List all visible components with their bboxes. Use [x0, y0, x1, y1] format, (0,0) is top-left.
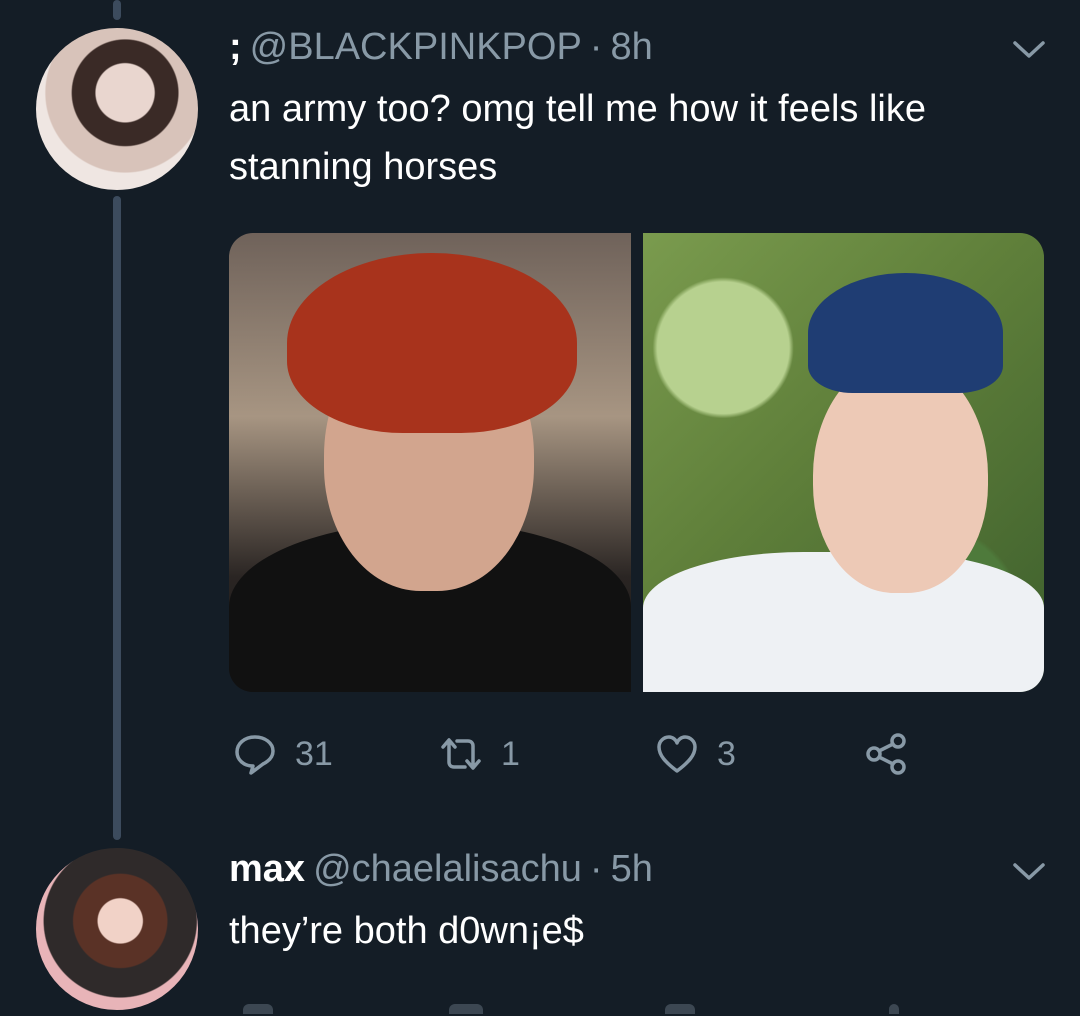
timestamp[interactable]: 8h	[610, 26, 652, 68]
chevron-down-icon[interactable]	[1012, 40, 1046, 60]
display-name[interactable]: ;	[229, 26, 242, 68]
share-icon	[866, 733, 906, 775]
retweet-count: 1	[501, 734, 520, 773]
photo-detail	[642, 552, 1044, 692]
share-icon[interactable]	[889, 1004, 899, 1014]
handle[interactable]: @BLACKPINKPOP	[250, 26, 582, 68]
tweet-text: they’re both d0wn¡e$	[229, 910, 584, 952]
tweet-header: max @chaelalisachu · 5h	[229, 848, 653, 891]
handle[interactable]: @chaelalisachu	[313, 848, 582, 890]
tweet-text: an army too? omg tell me how it feels li…	[229, 88, 926, 188]
photo-detail	[807, 273, 1003, 393]
media-grid[interactable]	[229, 233, 1044, 692]
timestamp[interactable]: 5h	[611, 848, 653, 890]
retweet-icon[interactable]	[449, 1004, 483, 1014]
tweet-actions: 31 1 3	[229, 726, 949, 786]
like-icon[interactable]	[665, 1004, 695, 1014]
like-icon	[657, 735, 697, 773]
retweet-icon	[441, 738, 481, 770]
photo-detail	[812, 358, 988, 593]
tweet[interactable]: max @chaelalisachu · 5h they’re both d0wn¡e…	[0, 840, 1080, 1016]
photo-detail	[287, 253, 577, 433]
reply-icon[interactable]	[243, 1004, 273, 1014]
media-photo[interactable]	[229, 233, 631, 692]
media-photo[interactable]	[642, 233, 1044, 692]
tweet-header: ; @BLACKPINKPOP · 8h	[229, 26, 653, 69]
cut-off-actions	[229, 1004, 949, 1016]
tweet[interactable]: ; @BLACKPINKPOP · 8h an army too? omg tell …	[0, 0, 1080, 840]
reply-count: 31	[295, 734, 333, 773]
avatar[interactable]	[36, 848, 198, 1010]
like-count: 3	[717, 734, 736, 773]
separator: ·	[589, 26, 603, 68]
display-name[interactable]: max	[229, 848, 305, 890]
reply-button[interactable]: 31	[233, 726, 333, 782]
reply-icon	[235, 735, 275, 775]
retweet-button[interactable]: 1	[439, 726, 520, 782]
share-button[interactable]	[865, 726, 909, 782]
avatar[interactable]	[36, 28, 198, 190]
like-button[interactable]: 3	[655, 726, 736, 782]
chevron-down-icon[interactable]	[1012, 862, 1046, 882]
separator: ·	[589, 848, 603, 890]
